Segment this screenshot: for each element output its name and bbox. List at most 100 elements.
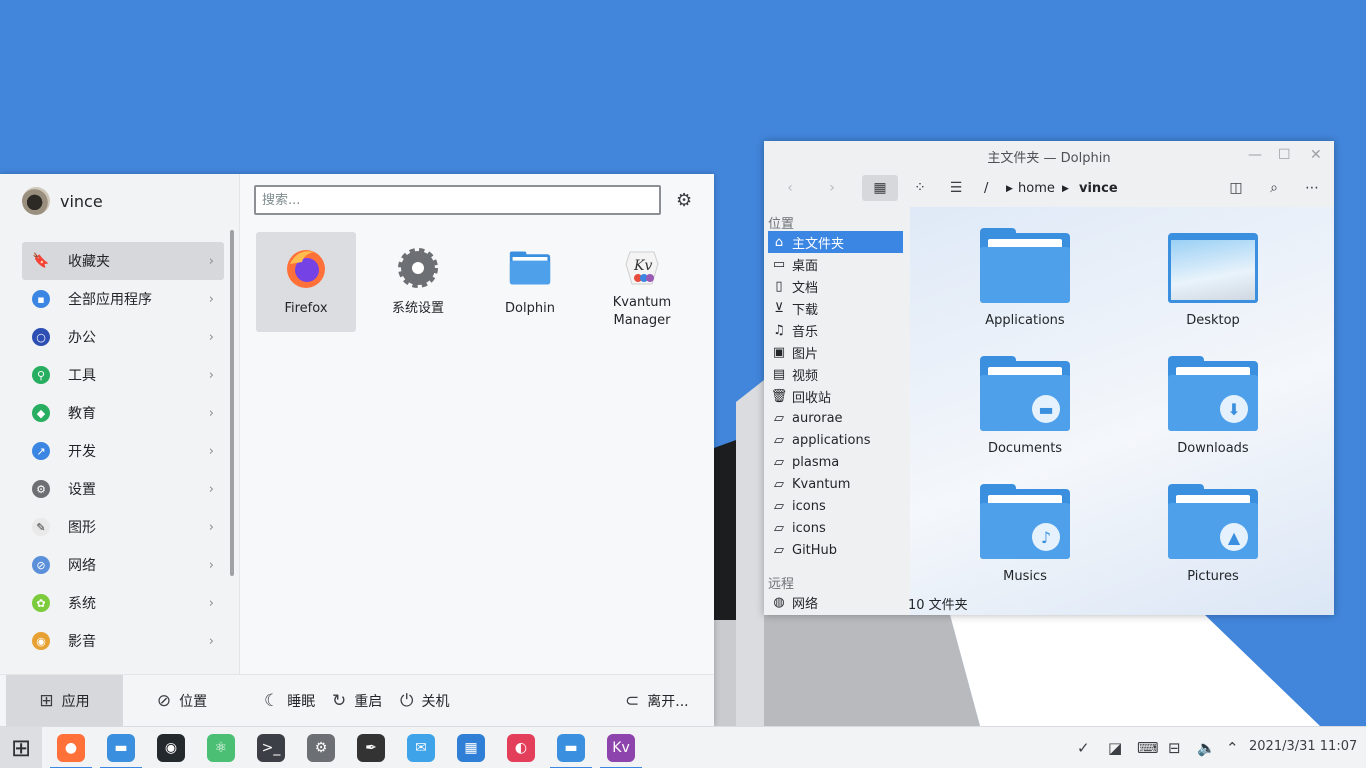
- taskbar-item[interactable]: ▬: [96, 727, 146, 768]
- search-icon[interactable]: ⌕: [1262, 175, 1286, 201]
- file-item[interactable]: ♪ Musics: [940, 484, 1110, 584]
- taskbar-item[interactable]: ●: [46, 727, 96, 768]
- category-education[interactable]: ◆ 教育 ›: [22, 394, 224, 432]
- place-item[interactable]: ⊻ 下载: [768, 297, 903, 319]
- taskbar-item[interactable]: ◉: [146, 727, 196, 768]
- file-item[interactable]: Desktop: [1128, 233, 1298, 328]
- app-system-settings[interactable]: 系统设置: [368, 232, 468, 332]
- app-firefox[interactable]: Firefox: [256, 232, 356, 332]
- shutdown-button[interactable]: ⏻ 关机: [400, 675, 449, 727]
- taskbar-item[interactable]: ▦: [446, 727, 496, 768]
- file-label: Desktop: [1186, 313, 1240, 328]
- place-item[interactable]: 🗑 回收站: [768, 385, 903, 407]
- settings-icon: [396, 246, 440, 290]
- menu-icon[interactable]: ⋯: [1300, 175, 1324, 201]
- firefox-icon: ●: [57, 734, 85, 762]
- category-settings[interactable]: ⚙ 设置 ›: [22, 470, 224, 508]
- taskbar-item[interactable]: Kv: [596, 727, 646, 768]
- split-view-icon[interactable]: ◫: [1224, 175, 1248, 201]
- user-info[interactable]: vince: [22, 186, 103, 216]
- chevron-right-icon: ›: [208, 291, 214, 307]
- category-development[interactable]: ↗ 开发 ›: [22, 432, 224, 470]
- check-icon[interactable]: ✓: [1077, 739, 1090, 757]
- folder-icon: ▱: [774, 476, 784, 492]
- settings-gear-icon[interactable]: ⚙: [676, 190, 692, 211]
- places-header: 位置: [768, 217, 795, 232]
- taskbar-item[interactable]: >_: [246, 727, 296, 768]
- taskbar-item[interactable]: ▬: [546, 727, 596, 768]
- place-item[interactable]: ⌂ 主文件夹: [768, 231, 903, 253]
- taskbar-item[interactable]: ✉: [396, 727, 446, 768]
- restart-icon: ↻: [332, 691, 347, 711]
- maximize-icon[interactable]: ☐: [1278, 147, 1291, 163]
- place-item[interactable]: ▱ plasma: [768, 451, 903, 473]
- notes-icon[interactable]: ◪: [1108, 739, 1122, 757]
- minimize-icon[interactable]: —: [1248, 147, 1262, 163]
- place-item[interactable]: ▱ aurorae: [768, 407, 903, 429]
- place-item[interactable]: ▱ GitHub: [768, 539, 903, 561]
- desktop-icon: ▭: [772, 256, 786, 272]
- tab-places-label: 位置: [179, 694, 208, 710]
- place-item[interactable]: ▣ 图片: [768, 341, 903, 363]
- compass-icon: ⊘: [156, 691, 172, 711]
- network-icon: ◍: [773, 594, 785, 610]
- search-input[interactable]: [254, 185, 661, 215]
- place-item-network[interactable]: ◍ 网络: [768, 591, 903, 613]
- avatar[interactable]: [22, 187, 50, 215]
- place-item[interactable]: ♫ 音乐: [768, 319, 903, 341]
- place-item[interactable]: ▱ Kvantum: [768, 473, 903, 495]
- place-item[interactable]: ▱ icons: [768, 517, 903, 539]
- network-icon[interactable]: ⊟: [1168, 739, 1181, 757]
- category-system[interactable]: ✿ 系统 ›: [22, 584, 224, 622]
- category-office[interactable]: ○ 办公 ›: [22, 318, 224, 356]
- forward-icon[interactable]: ›: [820, 175, 844, 201]
- category-all-applications[interactable]: ▪ 全部应用程序 ›: [22, 280, 224, 318]
- taskbar-item[interactable]: ⚙: [296, 727, 346, 768]
- back-icon[interactable]: ‹: [778, 175, 802, 201]
- chevron-right-icon: ›: [208, 405, 214, 421]
- place-item[interactable]: ▭ 桌面: [768, 253, 903, 275]
- compact-view-icon[interactable]: ⁘: [902, 175, 938, 201]
- breadcrumb-home[interactable]: home: [1018, 181, 1055, 196]
- taskbar-item[interactable]: ◐: [496, 727, 546, 768]
- file-item[interactable]: Applications: [940, 228, 1110, 328]
- file-label: Documents: [987, 441, 1063, 456]
- taskbar-item[interactable]: ⚛: [196, 727, 246, 768]
- file-item[interactable]: ⬇ Downloads: [1128, 356, 1298, 456]
- keyboard-icon[interactable]: ⌨: [1137, 739, 1159, 757]
- leave-button[interactable]: ⊂ 离开...: [625, 675, 689, 727]
- taskbar-item[interactable]: ⊞: [0, 727, 42, 768]
- volume-icon[interactable]: 🔈: [1197, 739, 1216, 757]
- place-item[interactable]: ▯ 文档: [768, 275, 903, 297]
- tab-applications[interactable]: ⊞ 应用: [6, 675, 123, 727]
- place-label: icons: [792, 498, 826, 514]
- icons-view-icon[interactable]: ▦: [862, 175, 898, 201]
- clock[interactable]: 2021/3/31 11:07: [1249, 739, 1357, 754]
- file-item[interactable]: ▬ Documents: [940, 356, 1110, 456]
- home-icon: ⌂: [774, 234, 784, 250]
- place-item[interactable]: ▤ 视频: [768, 363, 903, 385]
- tab-places[interactable]: ⊘ 位置: [124, 675, 240, 727]
- breadcrumb-root[interactable]: /: [984, 181, 988, 196]
- app-dolphin[interactable]: Dolphin: [480, 232, 580, 332]
- sleep-button[interactable]: ☾ 睡眠: [264, 675, 315, 727]
- app-label: 系统设置: [391, 301, 444, 316]
- breadcrumb-current[interactable]: vince: [1079, 181, 1118, 196]
- place-item[interactable]: ▱ applications: [768, 429, 903, 451]
- trash-icon: 🗑: [770, 388, 788, 404]
- details-view-icon[interactable]: ☰: [940, 175, 972, 201]
- category-utilities[interactable]: ⚲ 工具 ›: [22, 356, 224, 394]
- category-label: 系统: [68, 596, 96, 612]
- category-scrollbar[interactable]: [230, 230, 234, 576]
- file-item[interactable]: ▲ Pictures: [1128, 484, 1298, 584]
- category-graphics[interactable]: ✎ 图形 ›: [22, 508, 224, 546]
- category-favorites[interactable]: 🔖 收藏夹 ›: [22, 242, 224, 280]
- tray-expand-icon[interactable]: ⌃: [1226, 739, 1239, 757]
- category-multimedia[interactable]: ◉ 影音 ›: [22, 622, 224, 660]
- close-icon[interactable]: ✕: [1310, 147, 1322, 163]
- category-internet[interactable]: ⊘ 网络 ›: [22, 546, 224, 584]
- place-item[interactable]: ▱ icons: [768, 495, 903, 517]
- app-kvantum-manager[interactable]: Kv Kvantum Manager: [592, 232, 692, 332]
- taskbar-item[interactable]: ✒: [346, 727, 396, 768]
- restart-button[interactable]: ↻ 重启: [332, 675, 382, 727]
